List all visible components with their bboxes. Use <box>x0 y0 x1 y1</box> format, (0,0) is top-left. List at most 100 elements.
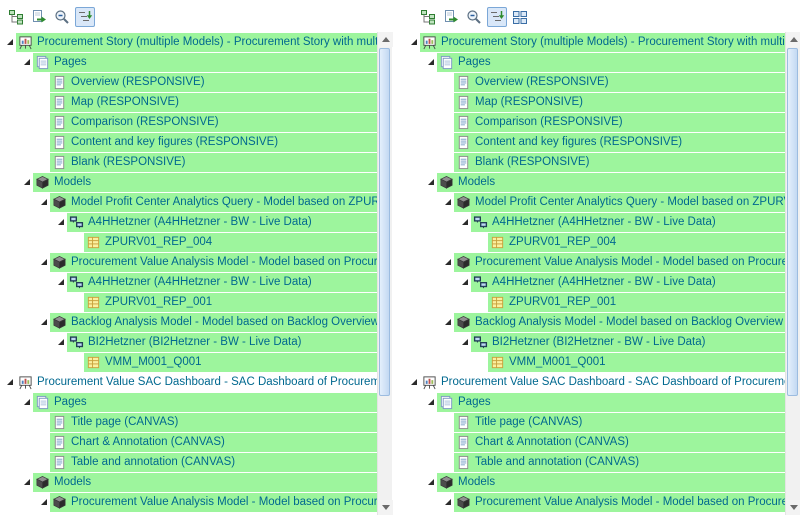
tree-row[interactable]: Map (RESPONSIVE) <box>0 92 377 112</box>
tree-item[interactable]: ZPURV01_REP_001 <box>84 293 377 312</box>
tree-row[interactable]: ZPURV01_REP_001 <box>0 292 377 312</box>
tree-row[interactable]: Procurement Value Analysis Model - Model… <box>404 492 785 512</box>
right-vertical-scrollbar[interactable] <box>785 32 800 515</box>
expand-arrow-icon[interactable] <box>54 337 67 347</box>
tree-row[interactable]: Comparison (RESPONSIVE) <box>404 112 785 132</box>
expand-arrow-icon[interactable] <box>20 477 33 487</box>
tree-row[interactable]: Backlog Analysis Model - Model based on … <box>404 312 785 332</box>
tree-row[interactable]: Content and key figures (RESPONSIVE) <box>0 132 377 152</box>
tree-item[interactable]: Map (RESPONSIVE) <box>454 93 785 112</box>
tree-row[interactable]: Procurement Value SAC Dashboard - SAC Da… <box>0 372 377 392</box>
tree-item[interactable]: Blank (RESPONSIVE) <box>454 153 785 172</box>
tree-item[interactable]: Procurement Value Analysis Model - Model… <box>50 493 377 512</box>
tree-row[interactable]: A4HHetzner (A4HHetzner - BW - Live Data) <box>0 212 377 232</box>
expand-arrow-icon[interactable] <box>424 477 437 487</box>
tree-item[interactable]: Model Profit Center Analytics Query - Mo… <box>50 193 377 212</box>
tree-item[interactable]: VMM_M001_Q001 <box>84 353 377 372</box>
tree-item[interactable]: Overview (RESPONSIVE) <box>50 73 377 92</box>
tree-item[interactable]: Title page (CANVAS) <box>50 413 377 432</box>
tree-row[interactable]: ZPURV01_REP_001 <box>404 292 785 312</box>
tree-item[interactable]: Backlog Analysis Model - Model based on … <box>50 313 377 332</box>
tree-row[interactable]: Chart & Annotation (CANVAS) <box>404 432 785 452</box>
tree-row[interactable]: A4HHetzner (A4HHetzner - BW - Live Data) <box>0 272 377 292</box>
tree-row[interactable]: Procurement Value Analysis Model - Model… <box>0 492 377 512</box>
expand-arrow-icon[interactable] <box>20 397 33 407</box>
tree-item[interactable]: VMM_M001_Q001 <box>488 353 785 372</box>
tree-row[interactable]: Backlog Analysis Model - Model based on … <box>0 312 377 332</box>
expand-arrow-icon[interactable] <box>20 57 33 67</box>
scroll-down-button[interactable] <box>786 500 800 515</box>
tree-item[interactable]: Blank (RESPONSIVE) <box>50 153 377 172</box>
expand-arrow-icon[interactable] <box>441 197 454 207</box>
tree-item[interactable]: Pages <box>33 393 377 412</box>
tree-row[interactable]: Pages <box>404 52 785 72</box>
scrollbar-thumb[interactable] <box>379 48 390 396</box>
tree-item[interactable]: ZPURV01_REP_001 <box>488 293 785 312</box>
left-vertical-scrollbar[interactable] <box>377 32 392 515</box>
tree-row[interactable]: A4HHetzner (A4HHetzner - BW - Live Data) <box>404 272 785 292</box>
expand-arrow-icon[interactable] <box>54 217 67 227</box>
tree-item[interactable]: Procurement Value SAC Dashboard - SAC Da… <box>16 373 377 392</box>
expand-arrow-icon[interactable] <box>37 497 50 507</box>
tree-row[interactable]: Content and key figures (RESPONSIVE) <box>404 132 785 152</box>
scroll-up-button[interactable] <box>378 32 393 47</box>
tree-row[interactable]: Overview (RESPONSIVE) <box>404 72 785 92</box>
scroll-down-button[interactable] <box>378 500 393 515</box>
tree-row[interactable]: Procurement Story (multiple Models) - Pr… <box>404 32 785 52</box>
tree-item[interactable]: Chart & Annotation (CANVAS) <box>50 433 377 452</box>
tree-item[interactable]: ZPURV01_REP_004 <box>84 233 377 252</box>
tree-row[interactable]: Table and annotation (CANVAS) <box>0 452 377 472</box>
tree-row[interactable]: Table and annotation (CANVAS) <box>404 452 785 472</box>
expand-arrow-icon[interactable] <box>37 257 50 267</box>
tree-item[interactable]: Pages <box>437 393 785 412</box>
tree-row[interactable]: Pages <box>0 52 377 72</box>
side-by-side-icon[interactable] <box>510 7 530 27</box>
scroll-up-button[interactable] <box>786 32 800 47</box>
tree-item[interactable]: Content and key figures (RESPONSIVE) <box>50 133 377 152</box>
expand-arrow-icon[interactable] <box>407 377 420 387</box>
tree-item[interactable]: Comparison (RESPONSIVE) <box>454 113 785 132</box>
expand-arrow-icon[interactable] <box>3 377 16 387</box>
tree-row[interactable]: Map (RESPONSIVE) <box>404 92 785 112</box>
tree-row[interactable]: Models <box>404 472 785 492</box>
tree-row[interactable]: Title page (CANVAS) <box>0 412 377 432</box>
tree-row[interactable]: Procurement Value Analysis Model - Model… <box>404 252 785 272</box>
zoom-out-icon[interactable] <box>52 7 72 27</box>
tree-item[interactable]: Model Profit Center Analytics Query - Mo… <box>454 193 785 212</box>
tree-item[interactable]: Title page (CANVAS) <box>454 413 785 432</box>
tree-row[interactable]: Procurement Value Analysis Model - Model… <box>0 252 377 272</box>
tree-row[interactable]: BI2Hetzner (BI2Hetzner - BW - Live Data) <box>404 332 785 352</box>
tree-row[interactable]: Chart & Annotation (CANVAS) <box>0 432 377 452</box>
expand-arrow-icon[interactable] <box>458 337 471 347</box>
tree-item[interactable]: A4HHetzner (A4HHetzner - BW - Live Data) <box>471 273 785 292</box>
hierarchy-view-icon[interactable] <box>6 7 26 27</box>
tree-item[interactable]: Backlog Analysis Model - Model based on … <box>454 313 785 332</box>
expand-arrow-icon[interactable] <box>458 217 471 227</box>
tree-item[interactable]: A4HHetzner (A4HHetzner - BW - Live Data) <box>67 273 377 292</box>
tree-item[interactable]: Pages <box>33 53 377 72</box>
zoom-out-icon[interactable] <box>464 7 484 27</box>
tree-row[interactable]: Models <box>0 172 377 192</box>
tree-item[interactable]: Pages <box>437 53 785 72</box>
tree-row[interactable]: ZPURV01_REP_004 <box>404 232 785 252</box>
tree-row[interactable]: Blank (RESPONSIVE) <box>0 152 377 172</box>
tree-row[interactable]: Model Profit Center Analytics Query - Mo… <box>0 192 377 212</box>
tree-row[interactable]: BI2Hetzner (BI2Hetzner - BW - Live Data) <box>0 332 377 352</box>
tree-row[interactable]: Blank (RESPONSIVE) <box>404 152 785 172</box>
expand-arrow-icon[interactable] <box>441 317 454 327</box>
sync-editor-icon[interactable] <box>29 7 49 27</box>
expand-arrow-icon[interactable] <box>37 197 50 207</box>
tree-item[interactable]: Models <box>437 473 785 492</box>
expand-arrow-icon[interactable] <box>441 257 454 267</box>
tree-item[interactable]: Procurement Value Analysis Model - Model… <box>50 253 377 272</box>
scrollbar-thumb[interactable] <box>787 48 798 396</box>
tree-item[interactable]: ZPURV01_REP_004 <box>488 233 785 252</box>
tree-item[interactable]: A4HHetzner (A4HHetzner - BW - Live Data) <box>471 213 785 232</box>
tree-row[interactable]: Comparison (RESPONSIVE) <box>0 112 377 132</box>
expand-all-icon[interactable] <box>75 7 95 27</box>
tree-item[interactable]: Procurement Value Analysis Model - Model… <box>454 493 785 512</box>
sync-editor-icon[interactable] <box>441 7 461 27</box>
tree-item[interactable]: Overview (RESPONSIVE) <box>454 73 785 92</box>
tree-row[interactable]: ZPURV01_REP_004 <box>0 232 377 252</box>
tree-row[interactable]: Models <box>404 172 785 192</box>
